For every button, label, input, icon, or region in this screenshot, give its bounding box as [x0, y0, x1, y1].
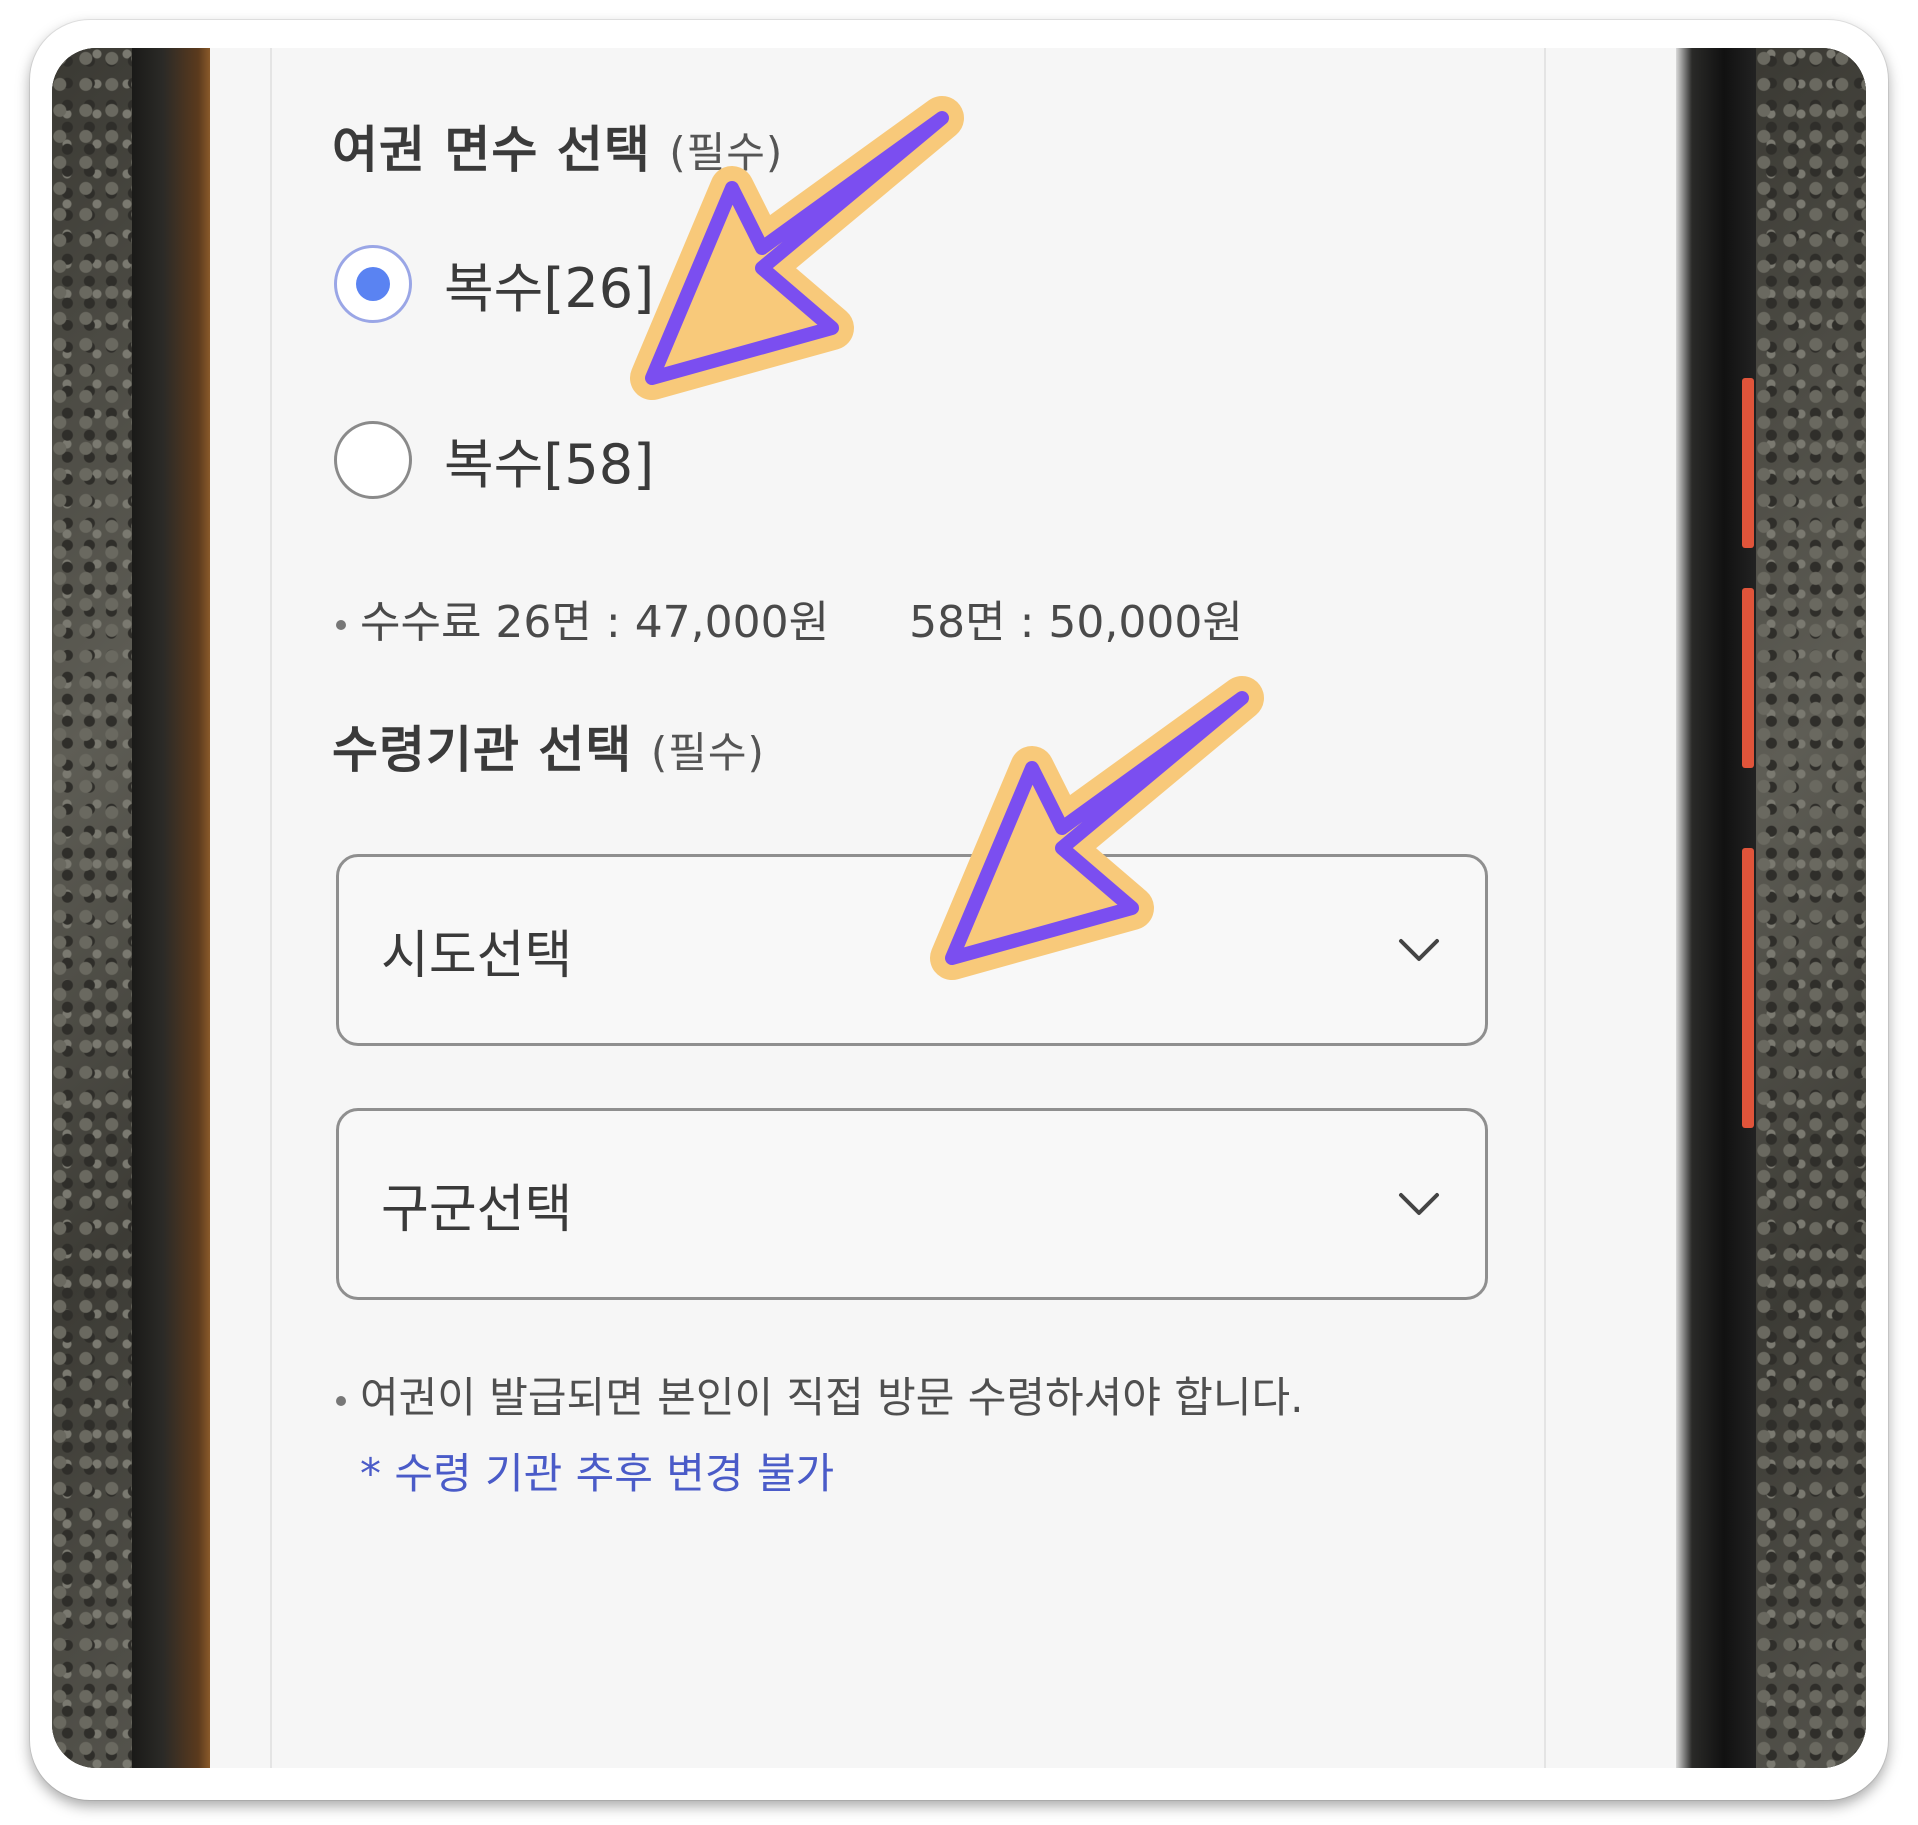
- radio-button-unchecked[interactable]: [334, 420, 412, 499]
- content-border-right: [1544, 48, 1546, 1768]
- phone-side-button: [1742, 588, 1754, 768]
- content-border-left: [270, 48, 272, 1768]
- arrow-annotation-icon: [930, 676, 1264, 980]
- phone-bezel-left: [132, 48, 210, 1768]
- chevron-down-icon: [1399, 1193, 1439, 1215]
- radio-button-checked[interactable]: [334, 244, 412, 323]
- bullet: [336, 1395, 346, 1406]
- radio-dot: [356, 266, 390, 301]
- district-select[interactable]: 구군선택: [336, 1108, 1488, 1300]
- leather-background-right: [1756, 48, 1866, 1768]
- phone-side-button: [1742, 378, 1754, 548]
- pickup-notice: 여권이 발급되면 본인이 직접 방문 수령하셔야 합니다.: [336, 1364, 1304, 1425]
- radio-option-26[interactable]: 복수[26]: [334, 244, 654, 323]
- radio-option-58[interactable]: 복수[58]: [334, 420, 654, 499]
- leather-background-left: [52, 48, 132, 1768]
- fee-info: 수수료 26면 : 47,000원 58면 : 50,000원: [336, 586, 1243, 650]
- fee-58-text: 58면 : 50,000원: [909, 597, 1243, 648]
- pickup-note: * 수령 기관 추후 변경 불가: [360, 1449, 835, 1498]
- phone-photo: 여권 면수 선택 (필수) 복수[26] 복수[58] 수수료 26면 : 47…: [52, 48, 1866, 1768]
- radio-label-58: 복수[58]: [444, 433, 655, 496]
- bullet: [336, 620, 346, 630]
- chevron-down-icon: [1399, 939, 1439, 961]
- district-select-value: 구군선택: [381, 1179, 573, 1240]
- fee-26-text: 수수료 26면 : 47,000원: [360, 597, 830, 648]
- required-label: (필수): [650, 728, 765, 777]
- phone-side-button: [1742, 848, 1754, 1128]
- pickup-office-title: 수령기관 선택 (필수): [332, 710, 765, 782]
- pickup-notice-text: 여권이 발급되면 본인이 직접 방문 수령하셔야 합니다.: [360, 1373, 1304, 1422]
- section-title-text: 수령기관 선택: [332, 721, 633, 779]
- province-select-value: 시도선택: [381, 925, 573, 986]
- section-title-text: 여권 면수 선택: [332, 121, 651, 179]
- arrow-annotation-icon: [630, 96, 964, 400]
